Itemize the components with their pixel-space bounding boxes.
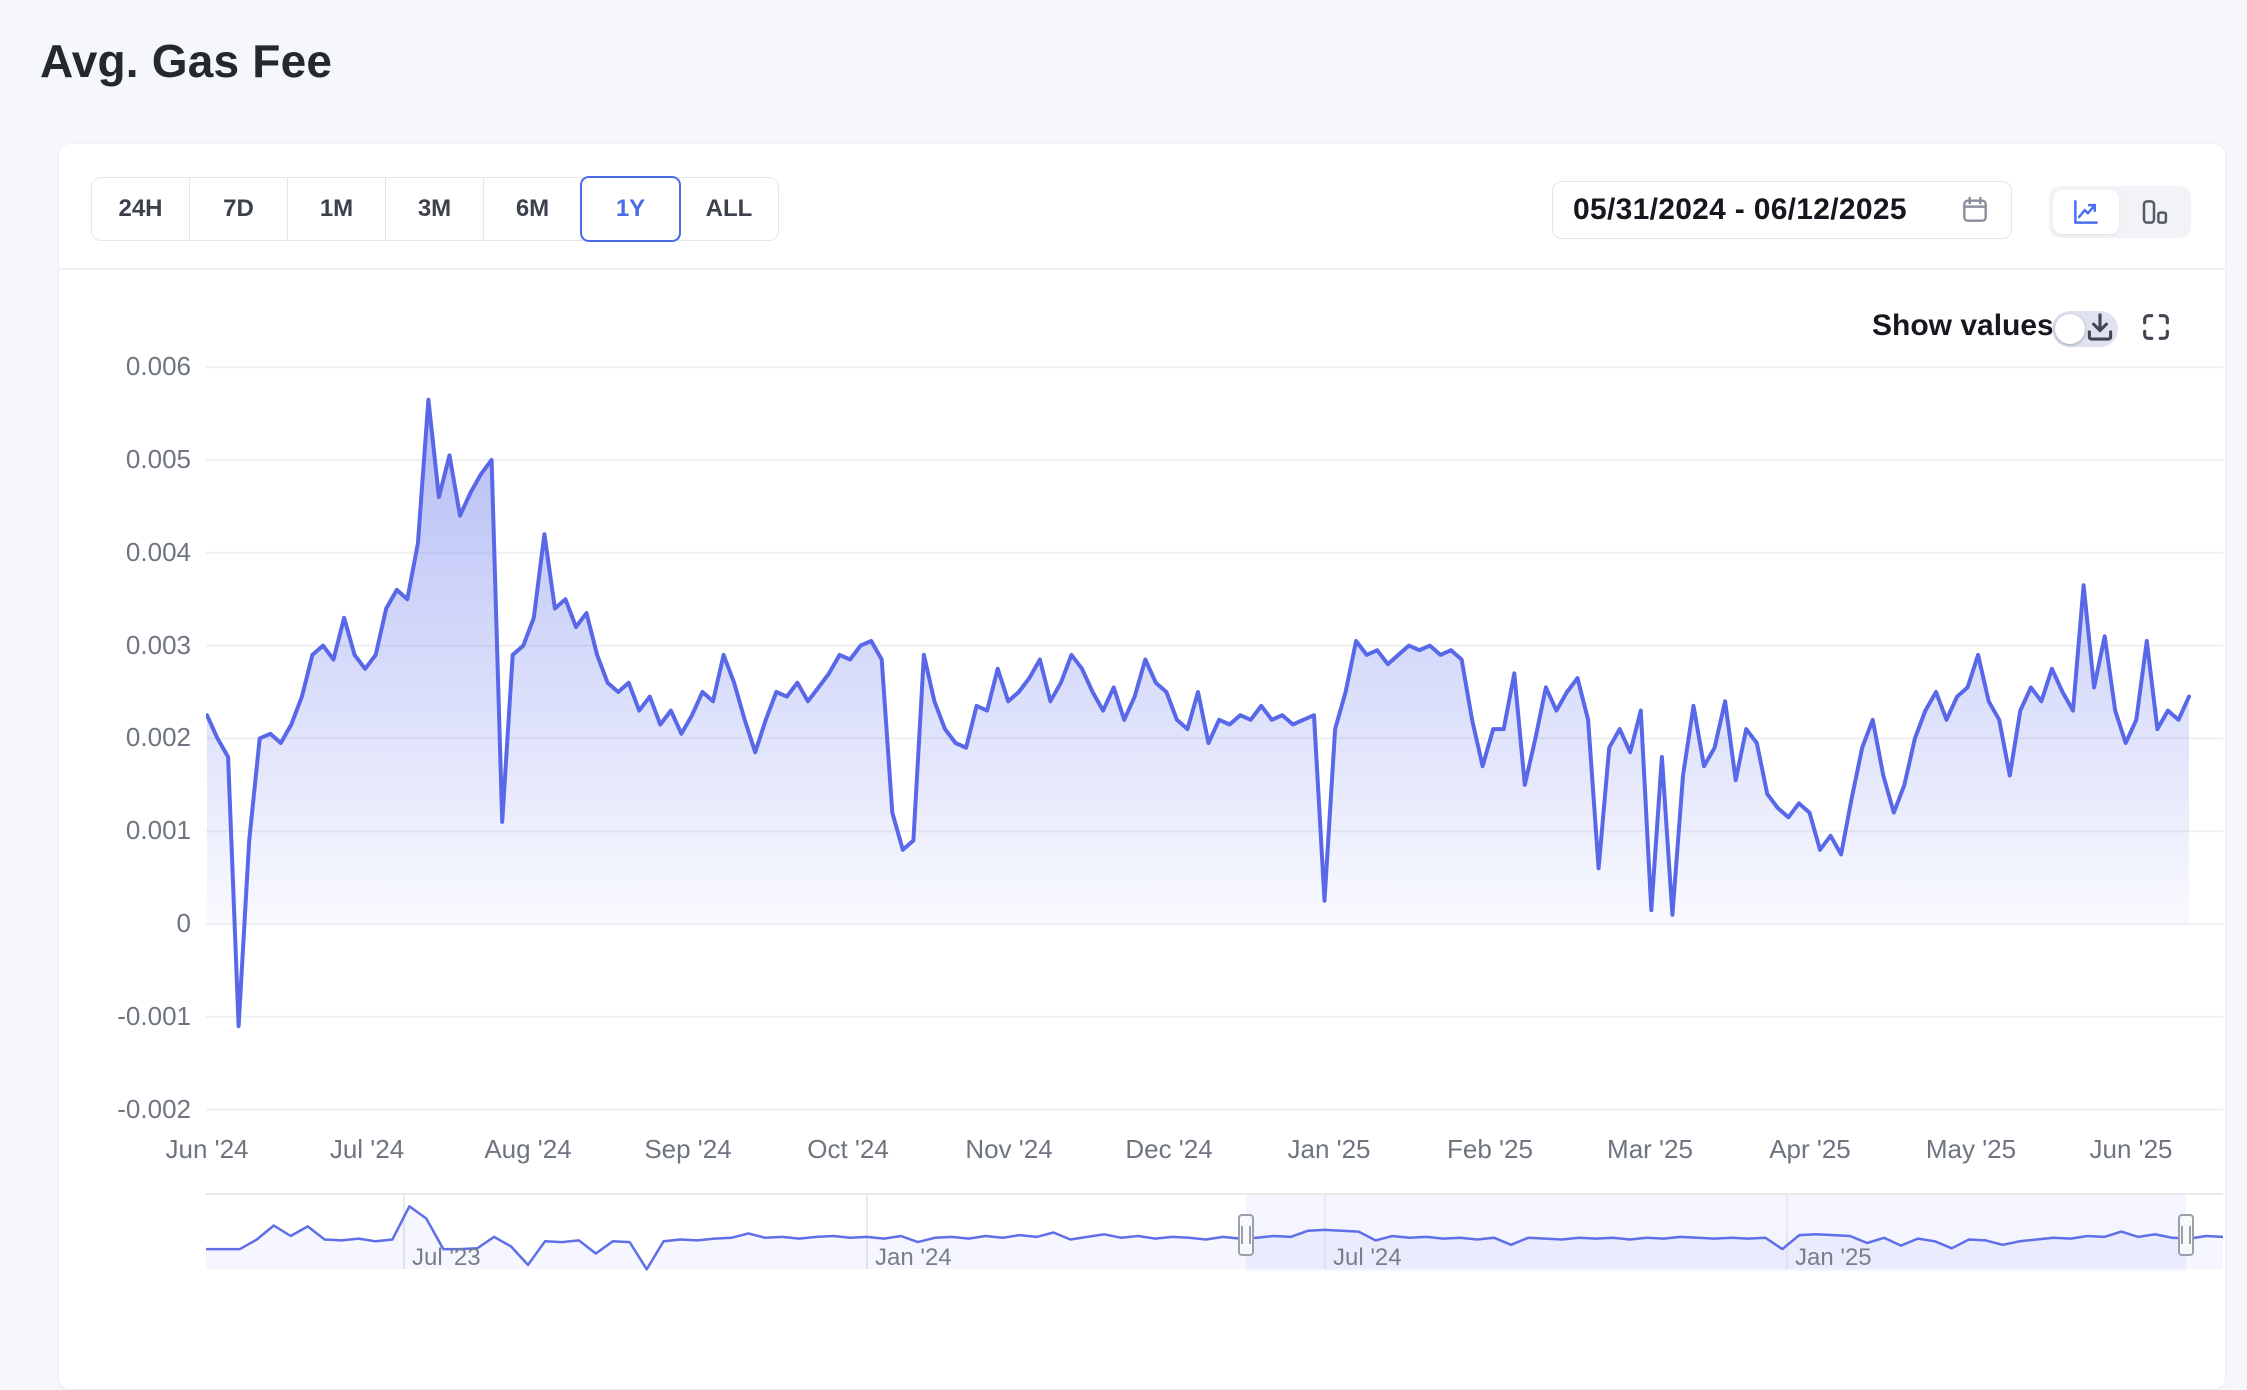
y-tick-label: 0.006 <box>75 351 191 382</box>
range-button-6m[interactable]: 6M <box>484 178 582 240</box>
x-tick-label: Mar '25 <box>1570 1134 1730 1165</box>
range-button-7d[interactable]: 7D <box>190 178 288 240</box>
y-tick-label: -0.001 <box>75 1001 191 1032</box>
y-tick-label: 0.001 <box>75 815 191 846</box>
navigator[interactable] <box>206 1189 2223 1277</box>
range-button-24h[interactable]: 24H <box>92 178 190 240</box>
range-button-all[interactable]: ALL <box>680 178 778 240</box>
x-tick-label: May '25 <box>1891 1134 2051 1165</box>
line-chart-toggle[interactable] <box>2053 190 2119 234</box>
chart-toolbar: 24H7D1M3M6M1YALL 05/31/2024 - 06/12/2025 <box>59 144 2225 268</box>
page-title: Avg. Gas Fee <box>40 34 332 88</box>
x-tick-label: Nov '24 <box>929 1134 1089 1165</box>
navigator-left-handle[interactable] <box>1238 1214 1254 1256</box>
bar-chart-icon <box>2139 197 2169 227</box>
chart-type-toggle <box>2049 186 2191 238</box>
range-button-3m[interactable]: 3M <box>386 178 484 240</box>
x-tick-label: Jun '25 <box>2051 1134 2211 1165</box>
y-tick-label: 0.005 <box>75 444 191 475</box>
line-chart-icon <box>2071 197 2101 227</box>
x-tick-label: Oct '24 <box>768 1134 928 1165</box>
chart-card: 24H7D1M3M6M1YALL 05/31/2024 - 06/12/2025 <box>58 143 2226 1390</box>
range-button-1m[interactable]: 1M <box>288 178 386 240</box>
x-tick-label: Aug '24 <box>448 1134 608 1165</box>
x-tick-label: Dec '24 <box>1089 1134 1249 1165</box>
y-tick-label: 0.004 <box>75 537 191 568</box>
handle-grip-icon <box>2181 1226 2191 1244</box>
calendar-icon <box>1959 194 1991 226</box>
time-range-group: 24H7D1M3M6M1YALL <box>91 177 779 241</box>
handle-grip-icon <box>1241 1226 1251 1244</box>
navigator-tick-label: Jul '23 <box>412 1244 481 1272</box>
x-tick-label: Jul '24 <box>287 1134 447 1165</box>
navigator-tick-label: Jan '24 <box>875 1244 952 1272</box>
date-range-input[interactable]: 05/31/2024 - 06/12/2025 <box>1552 181 2012 239</box>
x-tick-label: Apr '25 <box>1730 1134 1890 1165</box>
range-button-1y[interactable]: 1Y <box>582 178 680 240</box>
x-tick-label: Feb '25 <box>1410 1134 1570 1165</box>
navigator-tick-label: Jul '24 <box>1333 1244 1402 1272</box>
x-tick-label: Jun '24 <box>127 1134 287 1165</box>
y-tick-label: 0.002 <box>75 722 191 753</box>
navigator-right-handle[interactable] <box>2178 1214 2194 1256</box>
x-tick-label: Jan '25 <box>1249 1134 1409 1165</box>
y-tick-label: 0 <box>75 908 191 939</box>
y-tick-label: -0.002 <box>75 1094 191 1125</box>
bar-chart-toggle[interactable] <box>2121 190 2187 234</box>
toolbar-divider <box>59 268 2225 270</box>
y-tick-label: 0.003 <box>75 630 191 661</box>
main-chart <box>206 324 2223 1154</box>
x-tick-label: Sep '24 <box>608 1134 768 1165</box>
navigator-tick-label: Jan '25 <box>1795 1244 1872 1272</box>
date-range-value: 05/31/2024 - 06/12/2025 <box>1573 193 1907 227</box>
